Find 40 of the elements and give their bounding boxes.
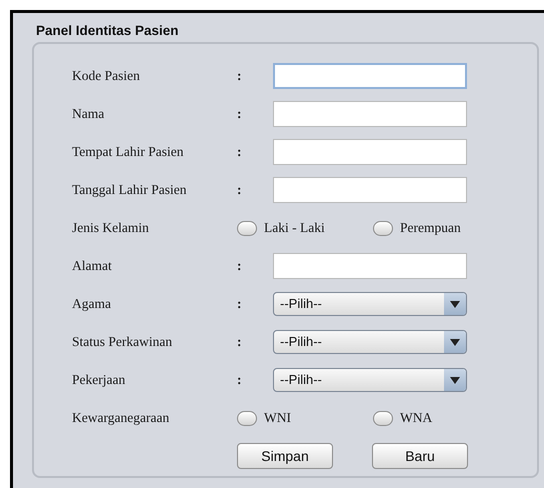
colon: : xyxy=(237,104,242,123)
dropdown-arrow-icon xyxy=(450,376,460,384)
colon: : xyxy=(237,180,242,199)
radio-label: WNA xyxy=(400,408,432,427)
field-label: Kode Pasien xyxy=(72,66,141,85)
dropdown-arrow-icon xyxy=(450,338,460,346)
dropdown[interactable]: --Pilih-- xyxy=(273,292,467,316)
text-field[interactable] xyxy=(273,101,467,127)
field-label: Tanggal Lahir Pasien xyxy=(72,180,188,199)
dropdown[interactable]: --Pilih-- xyxy=(273,368,467,392)
colon: : xyxy=(237,294,242,313)
radio-label: Laki - Laki xyxy=(264,218,325,237)
field-label: Pekerjaan xyxy=(72,370,126,389)
dropdown[interactable]: --Pilih-- xyxy=(273,330,467,354)
text-field[interactable] xyxy=(273,139,467,165)
text-field[interactable] xyxy=(273,253,467,279)
radio-label: WNI xyxy=(264,408,291,427)
colon: : xyxy=(237,370,242,389)
radio-button[interactable] xyxy=(237,220,257,236)
panel-title: Panel Identitas Pasien xyxy=(36,22,180,40)
field-label: Status Perkawinan xyxy=(72,332,174,351)
text-field[interactable] xyxy=(273,63,467,89)
radio-button[interactable] xyxy=(373,220,393,236)
field-label: Jenis Kelamin xyxy=(72,218,150,237)
colon: : xyxy=(237,142,242,161)
form-button[interactable]: Simpan xyxy=(237,443,333,469)
field-label: Tempat Lahir Pasien xyxy=(72,142,185,161)
colon: : xyxy=(237,256,242,275)
field-label: Alamat xyxy=(72,256,113,275)
field-label: Nama xyxy=(72,104,106,123)
radio-button[interactable] xyxy=(237,410,257,426)
field-label: Agama xyxy=(72,294,112,313)
form-button[interactable]: Baru xyxy=(372,443,468,469)
dropdown-arrow-icon xyxy=(450,300,460,308)
text-field[interactable] xyxy=(273,177,467,203)
field-label: Kewarganegaraan xyxy=(72,408,170,427)
colon: : xyxy=(237,66,242,85)
radio-label: Perempuan xyxy=(400,218,461,237)
radio-button[interactable] xyxy=(373,410,393,426)
colon: : xyxy=(237,332,242,351)
